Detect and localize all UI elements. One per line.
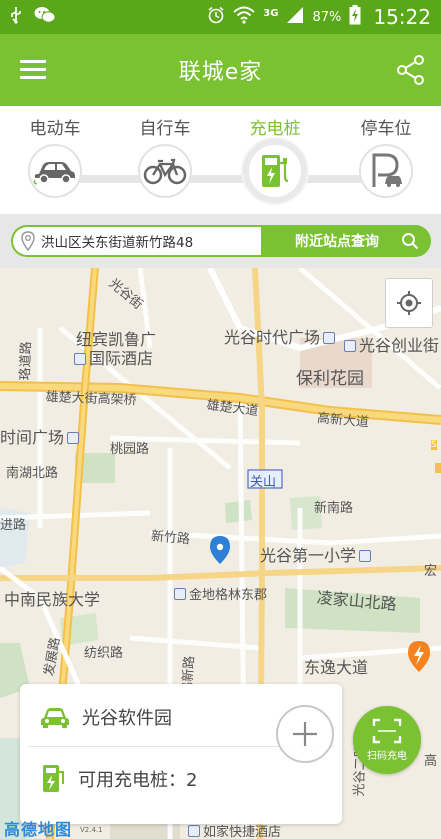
menu-button[interactable] xyxy=(20,60,46,80)
metro-station-label: 关山 xyxy=(250,475,277,490)
map-version: V2.4.1 xyxy=(80,826,103,834)
nearby-search-label: 附近站点查询 xyxy=(295,234,379,250)
tab-label: 自行车 xyxy=(139,119,191,139)
map-road-label: 桃园路 xyxy=(110,442,150,457)
poi-name: 时间广场 xyxy=(0,428,65,447)
map-label: 高 xyxy=(424,754,438,769)
amap-logo: 高德地图 xyxy=(4,820,73,839)
wechat-icon xyxy=(34,6,56,28)
map-poi-label: 光谷第一小学 xyxy=(260,542,372,566)
battery-charging-icon xyxy=(349,5,361,29)
tab-parking[interactable]: 停车位 xyxy=(331,106,441,214)
network-type: 3G xyxy=(263,7,279,19)
map-road-label: 新竹路 xyxy=(150,528,191,548)
search-field[interactable] xyxy=(11,225,262,257)
building-icon xyxy=(67,432,80,444)
usb-icon xyxy=(10,6,22,28)
map-road-label: 东逸大道 xyxy=(304,658,369,677)
map-label: 珞道路 xyxy=(17,341,35,381)
zoom-in-button[interactable] xyxy=(276,705,334,763)
map-poi-label: 金地格林东郡 xyxy=(174,584,267,603)
available-piles-count: 可用充电桩：2 xyxy=(78,770,198,791)
search-bar: 附近站点查询 xyxy=(0,214,441,268)
tab-electric-car[interactable]: 电动车 xyxy=(0,106,110,214)
tab-label: 停车位 xyxy=(360,119,412,139)
car-icon xyxy=(41,708,69,728)
charging-pile-icon xyxy=(243,139,307,203)
school-icon xyxy=(359,550,372,562)
share-button[interactable] xyxy=(395,54,427,86)
car-icon xyxy=(28,144,82,198)
scan-to-charge-button[interactable]: 扫码充电 xyxy=(353,706,421,774)
battery-percent: 87% xyxy=(312,9,342,25)
map-road-label: 纺织路 xyxy=(84,646,124,661)
map-road-label: 进路 xyxy=(0,518,27,533)
tab-bicycle[interactable]: 自行车 xyxy=(110,106,220,214)
station-name: 光谷软件园 xyxy=(82,708,172,729)
charging-pile-icon xyxy=(43,765,64,792)
building-icon xyxy=(323,332,336,344)
tab-label: 电动车 xyxy=(29,119,81,139)
locate-me-button[interactable] xyxy=(385,278,433,328)
nearby-search-button[interactable]: 附近站点查询 xyxy=(261,225,431,257)
scan-to-charge-label: 扫码充电 xyxy=(367,751,407,762)
clock: 15:22 xyxy=(373,5,431,29)
hotel-icon xyxy=(74,353,86,365)
map-road-label: 南湖北路 xyxy=(6,466,59,481)
bicycle-icon xyxy=(138,144,192,198)
parking-icon xyxy=(359,144,413,198)
hamburger-icon xyxy=(20,60,46,63)
poi-name: 光谷第一小学 xyxy=(260,546,357,565)
map-poi-label: 光谷创业街 xyxy=(344,332,439,356)
building-icon xyxy=(344,340,356,352)
poi-name: 光谷时代广场 xyxy=(224,328,321,347)
tab-label: 充电桩 xyxy=(249,119,301,139)
poi-name: 金地格林东郡 xyxy=(189,588,268,603)
hotel-icon xyxy=(174,588,186,600)
wifi-icon xyxy=(233,6,255,28)
crosshair-icon xyxy=(397,291,421,315)
search-icon xyxy=(402,233,419,250)
poi-name: 国际酒店 xyxy=(89,349,154,368)
map-road-label: 雄楚大街高架桥 xyxy=(45,389,137,409)
tab-charging-pile[interactable]: 充电桩 xyxy=(220,106,330,214)
location-pin-icon xyxy=(21,231,35,251)
app-bar: 联城e家 xyxy=(0,34,441,106)
category-tabs: 电动车 自行车 充电桩 停车位 xyxy=(0,106,441,214)
hamburger-icon-bar xyxy=(20,76,46,79)
alarm-icon xyxy=(207,6,225,28)
map-poi-label: 光谷时代广场 xyxy=(224,324,336,348)
poi-name: 光谷创业街 xyxy=(359,336,440,355)
map-label: 保利花园 xyxy=(296,369,364,389)
app-title: 联城e家 xyxy=(178,60,263,85)
scan-icon xyxy=(372,718,402,744)
map-label: S xyxy=(431,440,437,450)
hamburger-icon-bar xyxy=(20,68,46,71)
map-label: 宏 xyxy=(424,564,438,579)
map-poi-label: 国际酒店 xyxy=(74,345,153,369)
hotel-icon xyxy=(188,825,200,837)
plus-icon xyxy=(293,722,317,746)
status-bar: 3G 87% 15:22 xyxy=(0,0,441,34)
signal-icon xyxy=(286,6,304,28)
map-poi-label: 时间广场 xyxy=(0,424,80,448)
map-road-label: 新南路 xyxy=(314,501,354,516)
app-screen: 3G 87% 15:22 联城e家 电动车 自行车 充电桩 停车位 洪山区关东街… xyxy=(0,0,441,839)
share-icon xyxy=(397,55,424,85)
search-input[interactable] xyxy=(41,233,251,249)
poi-name: 如家快捷酒店 xyxy=(203,825,282,839)
map-poi-label: 中南民族大学 xyxy=(4,590,101,609)
map-view[interactable]: 光谷街 珞道路 纽宾凯鲁广 国际酒店 光谷时代广场 光谷创业街 保利花园 雄楚大… xyxy=(0,268,441,839)
